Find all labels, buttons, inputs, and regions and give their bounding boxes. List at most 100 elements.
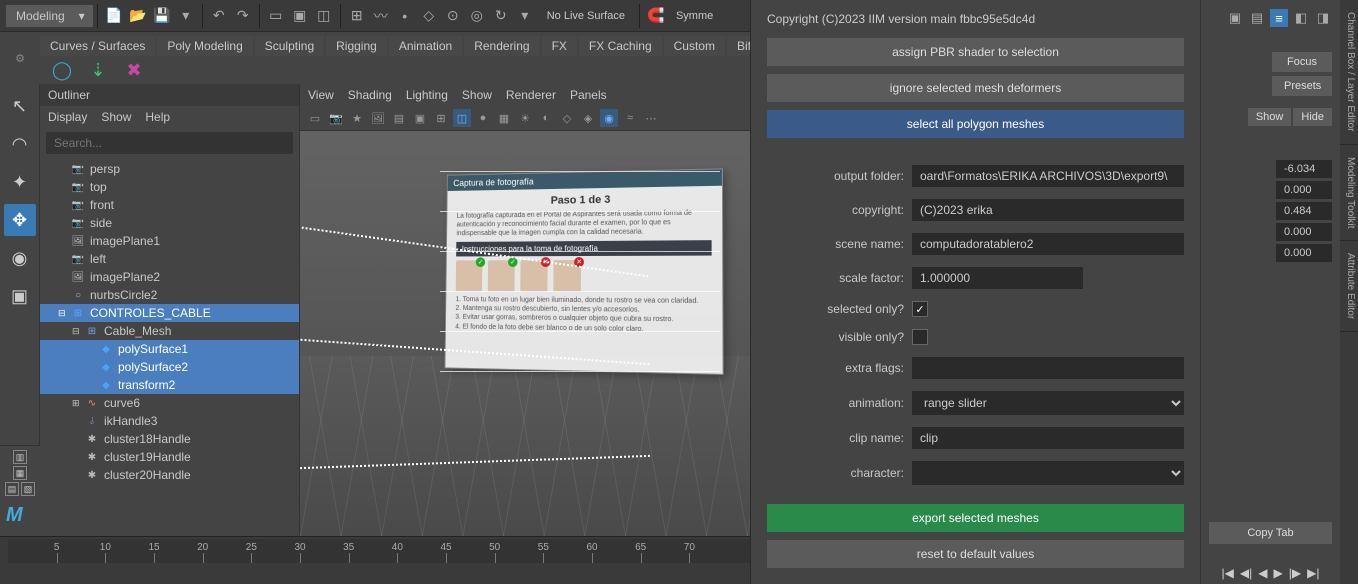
symmetry-dropdown[interactable]: Symme bbox=[668, 6, 721, 26]
rp-icon-3[interactable]: ≡ bbox=[1270, 9, 1288, 27]
outliner-item[interactable]: 🖼imagePlane1 bbox=[40, 232, 299, 250]
layout-2-icon[interactable]: ▦ bbox=[13, 466, 27, 480]
outliner-item[interactable]: ⊟⊞Cable_Mesh bbox=[40, 322, 299, 340]
shelf-tab[interactable]: FX bbox=[542, 36, 577, 56]
shelf-tab[interactable]: Custom bbox=[664, 36, 725, 56]
clip-name-input[interactable] bbox=[912, 427, 1184, 449]
vp-xray-icon[interactable]: ◈ bbox=[579, 109, 597, 127]
side-tab[interactable]: Modeling Toolkit bbox=[1340, 145, 1358, 242]
new-icon[interactable]: 📄 bbox=[104, 6, 124, 26]
outliner-tree[interactable]: 📷persp📷top📷front📷side🖼imagePlane1📷left🖼i… bbox=[40, 158, 299, 536]
shelf-tab[interactable]: Sculpting bbox=[255, 36, 324, 56]
select-icon[interactable]: ▭ bbox=[266, 6, 286, 26]
shelf-tab[interactable]: FX Caching bbox=[579, 36, 662, 56]
chevron-down-icon[interactable]: ▾ bbox=[176, 6, 196, 26]
vp-ao-icon[interactable]: ◉ bbox=[600, 109, 618, 127]
shelf-tab[interactable]: Rendering bbox=[464, 36, 539, 56]
selected-only-checkbox[interactable] bbox=[912, 301, 928, 317]
outliner-item[interactable]: 📷front bbox=[40, 196, 299, 214]
export-button[interactable]: export selected meshes bbox=[767, 504, 1184, 532]
outliner-menu-item[interactable]: Show bbox=[101, 110, 131, 124]
presets-button[interactable]: Presets bbox=[1272, 76, 1332, 96]
fwd-end-icon[interactable]: ▶| bbox=[1307, 566, 1319, 580]
assign-pbr-button[interactable]: assign PBR shader to selection bbox=[767, 38, 1184, 66]
scale-tool-icon[interactable]: ▣ bbox=[4, 280, 36, 312]
outliner-item[interactable]: 📷side bbox=[40, 214, 299, 232]
layout-1-icon[interactable]: ▥ bbox=[13, 450, 27, 464]
rewind-start-icon[interactable]: |◀ bbox=[1222, 566, 1234, 580]
outliner-menu-item[interactable]: Display bbox=[48, 110, 87, 124]
vp-motion-icon[interactable]: ≈ bbox=[621, 109, 639, 127]
undo-icon[interactable]: ↶ bbox=[209, 6, 229, 26]
gltf-icon[interactable]: ◯ bbox=[48, 56, 76, 84]
vp-bookmark-icon[interactable]: ★ bbox=[348, 109, 366, 127]
snap-grid-icon[interactable]: ⊞ bbox=[347, 6, 367, 26]
save-icon[interactable]: 💾 bbox=[152, 6, 172, 26]
move-tool-icon[interactable]: ✥ bbox=[4, 204, 36, 236]
workspace-dropdown[interactable]: Modeling bbox=[6, 5, 93, 27]
step-back-icon[interactable]: ◀| bbox=[1240, 566, 1252, 580]
snap-plane-icon[interactable]: ◇ bbox=[419, 6, 439, 26]
viewport-menu-item[interactable]: Renderer bbox=[506, 88, 556, 102]
select-hier-icon[interactable]: ▣ bbox=[290, 6, 310, 26]
viewport-menu-item[interactable]: Shading bbox=[348, 88, 392, 102]
outliner-item[interactable]: ✱cluster18Handle bbox=[40, 430, 299, 448]
reset-button[interactable]: reset to default values bbox=[767, 540, 1184, 568]
channel-value[interactable]: 0.000 bbox=[1276, 223, 1332, 241]
vp-wire-icon[interactable]: ◫ bbox=[453, 109, 471, 127]
snap-live-icon[interactable]: ◎ bbox=[467, 6, 487, 26]
copyright-input[interactable] bbox=[912, 199, 1184, 221]
vp-more-icon[interactable]: ⋯ bbox=[642, 109, 660, 127]
outliner-item[interactable]: ⊟⊞CONTROLES_CABLE bbox=[40, 304, 299, 322]
shelf-tool-1-icon[interactable]: ⇣ bbox=[84, 56, 112, 84]
viewport-menu-item[interactable]: View bbox=[308, 88, 334, 102]
vp-shaded-icon[interactable]: ● bbox=[474, 109, 492, 127]
outliner-item[interactable]: ◆transform2 bbox=[40, 376, 299, 394]
chevron-down-icon[interactable]: ▾ bbox=[515, 6, 535, 26]
snap-curve-icon[interactable]: 〰 bbox=[371, 6, 391, 26]
outliner-item[interactable]: 📷top bbox=[40, 178, 299, 196]
paint-select-icon[interactable]: ✦ bbox=[4, 166, 36, 198]
vp-shadow-icon[interactable]: ◐ bbox=[537, 109, 555, 127]
layout-3-icon[interactable]: ▤ bbox=[5, 482, 19, 496]
select-all-poly-button[interactable]: select all polygon meshes bbox=[767, 110, 1184, 138]
copy-tab-button[interactable]: Copy Tab bbox=[1209, 522, 1332, 544]
outliner-item[interactable]: ✱cluster20Handle bbox=[40, 466, 299, 484]
ignore-deformers-button[interactable]: ignore selected mesh deformers bbox=[767, 74, 1184, 102]
step-fwd-icon[interactable]: |▶ bbox=[1289, 566, 1301, 580]
vp-iso-icon[interactable]: ◇ bbox=[558, 109, 576, 127]
layout-4-icon[interactable]: ▧ bbox=[21, 482, 35, 496]
side-tab[interactable]: Attribute Editor bbox=[1340, 241, 1358, 332]
rp-icon-5[interactable]: ◨ bbox=[1314, 9, 1332, 27]
vp-select-cam-icon[interactable]: ▭ bbox=[306, 109, 324, 127]
redo-icon[interactable]: ↷ bbox=[233, 6, 253, 26]
shelf-gear-icon[interactable]: ⚙ bbox=[0, 32, 40, 84]
outliner-item[interactable]: ○nurbsCircle2 bbox=[40, 286, 299, 304]
outliner-item[interactable]: 📷persp bbox=[40, 160, 299, 178]
output-folder-input[interactable] bbox=[912, 165, 1184, 187]
select-comp-icon[interactable]: ◫ bbox=[314, 6, 334, 26]
outliner-menu-item[interactable]: Help bbox=[145, 110, 170, 124]
snap-point-icon[interactable]: • bbox=[395, 6, 415, 26]
vp-gate-icon[interactable]: ▣ bbox=[411, 109, 429, 127]
outliner-item[interactable]: ⊞∿curve6 bbox=[40, 394, 299, 412]
rp-icon-2[interactable]: ▤ bbox=[1248, 9, 1266, 27]
outliner-item[interactable]: 🖼imagePlane2 bbox=[40, 268, 299, 286]
expand-icon[interactable]: ⊟ bbox=[58, 308, 70, 319]
vp-film-icon[interactable]: ▤ bbox=[390, 109, 408, 127]
visible-only-checkbox[interactable] bbox=[912, 329, 928, 345]
channel-value[interactable]: -6.034 bbox=[1276, 160, 1332, 178]
outliner-item[interactable]: ◆polySurface1 bbox=[40, 340, 299, 358]
channel-value[interactable]: 0.000 bbox=[1276, 244, 1332, 262]
vp-img-icon[interactable]: 🖼 bbox=[369, 109, 387, 127]
rp-icon-4[interactable]: ◧ bbox=[1292, 9, 1310, 27]
shelf-tab[interactable]: Rigging bbox=[326, 36, 387, 56]
shelf-tab[interactable]: Poly Modeling bbox=[157, 36, 252, 56]
open-icon[interactable]: 📂 bbox=[128, 6, 148, 26]
outliner-item[interactable]: ⫰ikHandle3 bbox=[40, 412, 299, 430]
snap-center-icon[interactable]: ⊙ bbox=[443, 6, 463, 26]
snap-toggle-icon[interactable]: ↻ bbox=[491, 6, 511, 26]
outliner-item[interactable]: ◆polySurface2 bbox=[40, 358, 299, 376]
character-select[interactable] bbox=[912, 461, 1184, 485]
focus-button[interactable]: Focus bbox=[1272, 52, 1332, 72]
